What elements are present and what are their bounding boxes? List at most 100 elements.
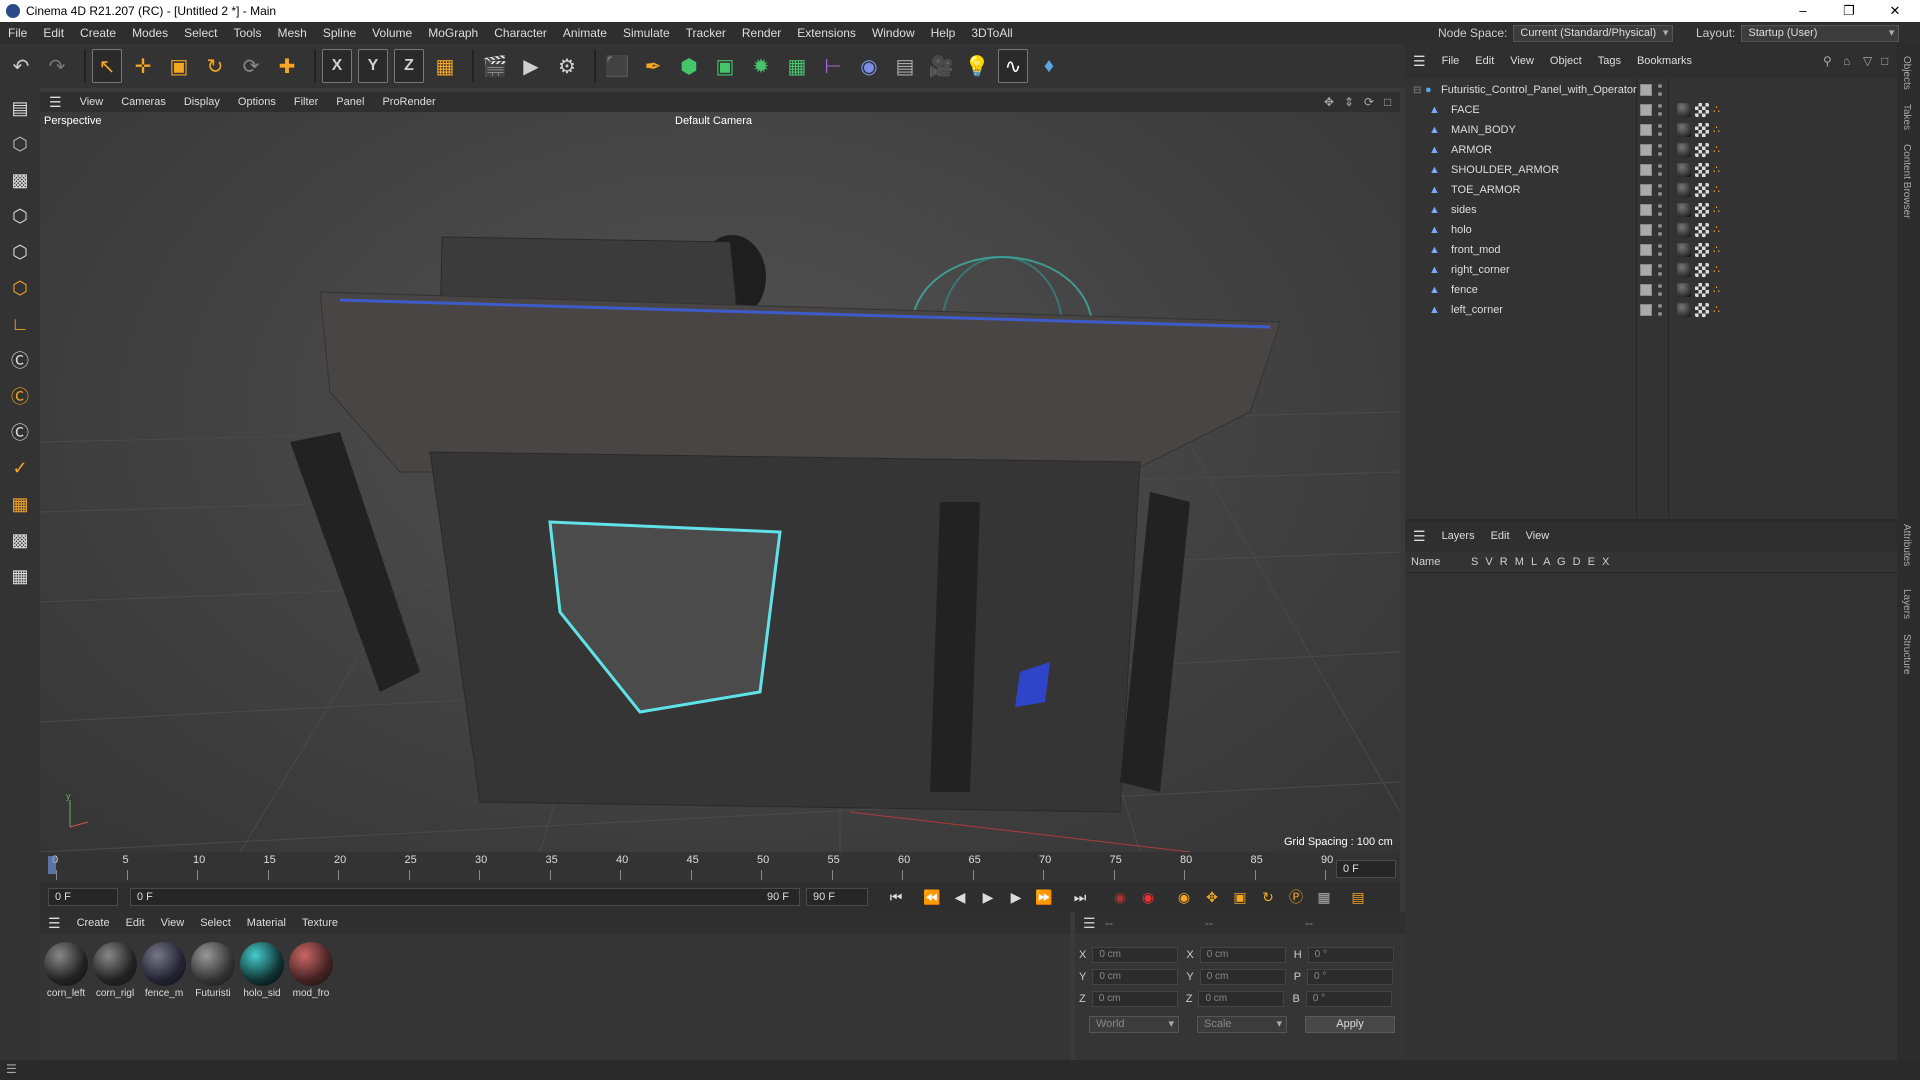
viewport-move-icon[interactable]: ✥ (1324, 95, 1334, 109)
material-item[interactable]: Futuristi (189, 942, 237, 999)
viewport-menu-options[interactable]: Options (229, 96, 285, 108)
previous-keyframe-icon[interactable]: ⏪ (920, 885, 944, 909)
position-x-field[interactable]: 0 cm (1092, 947, 1179, 963)
model-mode-icon[interactable]: ⬡ (4, 128, 36, 160)
visibility-toggle-icon[interactable] (1658, 304, 1662, 316)
layer-menu-layers[interactable]: Layers (1434, 530, 1483, 542)
material-tag-icon[interactable] (1677, 303, 1691, 317)
solo-selection-icon[interactable]: Ⓒ (4, 416, 36, 448)
selection-tag-icon[interactable]: ∴ (1713, 123, 1727, 137)
python-icon[interactable]: ♦ (1034, 49, 1064, 83)
viewport-menu-view[interactable]: View (71, 96, 113, 108)
material-item[interactable]: holo_sid (238, 942, 286, 999)
side-tab-content-browser[interactable]: Content Browser (1901, 144, 1912, 218)
uvw-tag-icon[interactable] (1695, 223, 1709, 237)
menu-mesh[interactable]: Mesh (269, 22, 314, 44)
menu-3dtoall[interactable]: 3DToAll (963, 22, 1020, 44)
snap-magnet-icon[interactable]: ✓ (4, 452, 36, 484)
size-y-field[interactable]: 0 cm (1199, 969, 1286, 985)
layer-toggle-icon[interactable] (1640, 204, 1652, 216)
visibility-toggle-icon[interactable] (1658, 184, 1662, 196)
menu-modes[interactable]: Modes (124, 22, 176, 44)
material-tag-icon[interactable] (1677, 263, 1691, 277)
visibility-toggle-icon[interactable] (1658, 204, 1662, 216)
menu-mograph[interactable]: MoGraph (420, 22, 486, 44)
selection-tag-icon[interactable]: ∴ (1713, 263, 1727, 277)
camera-label[interactable]: Default Camera (675, 115, 752, 127)
coordinate-space-select[interactable]: World (1089, 1016, 1179, 1033)
viewport-menu-display[interactable]: Display (175, 96, 229, 108)
object-menu-icon[interactable]: ☰ (1405, 53, 1434, 70)
object-row[interactable]: ▲ holo ∴ (1405, 220, 1897, 240)
material-item[interactable]: fence_m (140, 942, 188, 999)
undo-icon[interactable]: ↶ (6, 49, 36, 83)
object-row[interactable]: ▲ left_corner ∴ (1405, 300, 1897, 320)
scale-icon[interactable]: ▣ (164, 49, 194, 83)
viewport-menu-panel[interactable]: Panel (327, 96, 373, 108)
selection-tag-icon[interactable]: ∴ (1713, 283, 1727, 297)
visibility-toggle-icon[interactable] (1658, 124, 1662, 136)
menu-select[interactable]: Select (176, 22, 225, 44)
selection-tag-icon[interactable]: ∴ (1713, 183, 1727, 197)
menu-help[interactable]: Help (923, 22, 964, 44)
point-mode-icon[interactable]: ⬡ (4, 200, 36, 232)
material-tag-icon[interactable] (1677, 163, 1691, 177)
go-to-start-icon[interactable]: ⏮ (884, 885, 908, 909)
record-disabled-icon[interactable]: ◉ (1108, 885, 1132, 909)
rotation-h-field[interactable]: 0 ° (1307, 947, 1394, 963)
array-icon[interactable]: ▦ (782, 49, 812, 83)
go-to-end-icon[interactable]: ⏭ (1068, 885, 1092, 909)
material-menu-create[interactable]: Create (69, 917, 118, 929)
viewport-menu-cameras[interactable]: Cameras (112, 96, 175, 108)
material-menu-select[interactable]: Select (192, 917, 239, 929)
close-button[interactable]: ✕ (1872, 0, 1918, 22)
apply-button[interactable]: Apply (1305, 1016, 1395, 1033)
deformer-icon[interactable]: ⊢ (818, 49, 848, 83)
y-axis-lock-icon[interactable]: Y (358, 49, 388, 83)
viewport-zoom-icon[interactable]: ⇕ (1344, 95, 1354, 109)
filter-icon[interactable]: ▽ (1863, 54, 1872, 68)
rotate-icon[interactable]: ↻ (200, 49, 230, 83)
selection-tag-icon[interactable]: ∴ (1713, 303, 1727, 317)
axis-mode-icon[interactable]: ∟ (4, 308, 36, 340)
end-frame-field[interactable]: 90 F (806, 888, 868, 906)
side-tab-layers[interactable]: Layers (1901, 589, 1912, 619)
make-editable-icon[interactable]: ▤ (4, 92, 36, 124)
menu-window[interactable]: Window (864, 22, 923, 44)
selection-tag-icon[interactable]: ∴ (1713, 243, 1727, 257)
uvw-tag-icon[interactable] (1695, 283, 1709, 297)
recent-tool-icon[interactable]: ⟳ (236, 49, 266, 83)
material-menu-icon[interactable]: ☰ (40, 915, 69, 932)
selection-tag-icon[interactable]: ∴ (1713, 163, 1727, 177)
object-menu-file[interactable]: File (1434, 55, 1468, 67)
key-pla-icon[interactable]: ▦ (1312, 885, 1336, 909)
layer-menu-view[interactable]: View (1518, 530, 1558, 542)
visibility-toggle-icon[interactable] (1658, 264, 1662, 276)
position-y-field[interactable]: 0 cm (1092, 969, 1179, 985)
planar-workplane-icon[interactable]: ▦ (4, 560, 36, 592)
material-menu-texture[interactable]: Texture (294, 917, 346, 929)
size-x-field[interactable]: 0 cm (1199, 947, 1286, 963)
timeline-playhead[interactable] (48, 856, 56, 874)
extrude-icon[interactable]: ▣ (710, 49, 740, 83)
selection-tag-icon[interactable]: ∴ (1713, 143, 1727, 157)
coordinate-system-icon[interactable]: ▦ (430, 49, 460, 83)
uvw-tag-icon[interactable] (1695, 143, 1709, 157)
side-tab-attributes[interactable]: Attributes (1901, 524, 1912, 566)
menu-create[interactable]: Create (72, 22, 124, 44)
menu-edit[interactable]: Edit (35, 22, 72, 44)
polygon-mode-icon[interactable]: ⬡ (4, 272, 36, 304)
z-axis-lock-icon[interactable]: Z (394, 49, 424, 83)
search-icon[interactable]: ⚲ (1823, 54, 1832, 68)
uvw-tag-icon[interactable] (1695, 263, 1709, 277)
material-item[interactable]: mod_fro (287, 942, 335, 999)
viewport-maximize-icon[interactable]: □ (1384, 95, 1391, 109)
menu-animate[interactable]: Animate (555, 22, 615, 44)
preview-range-slider[interactable]: 0 F 90 F (130, 888, 800, 906)
uvw-tag-icon[interactable] (1695, 203, 1709, 217)
menu-render[interactable]: Render (734, 22, 789, 44)
material-tag-icon[interactable] (1677, 283, 1691, 297)
layer-toggle-icon[interactable] (1640, 304, 1652, 316)
next-keyframe-icon[interactable]: ⏩ (1032, 885, 1056, 909)
layer-toggle-icon[interactable] (1640, 144, 1652, 156)
